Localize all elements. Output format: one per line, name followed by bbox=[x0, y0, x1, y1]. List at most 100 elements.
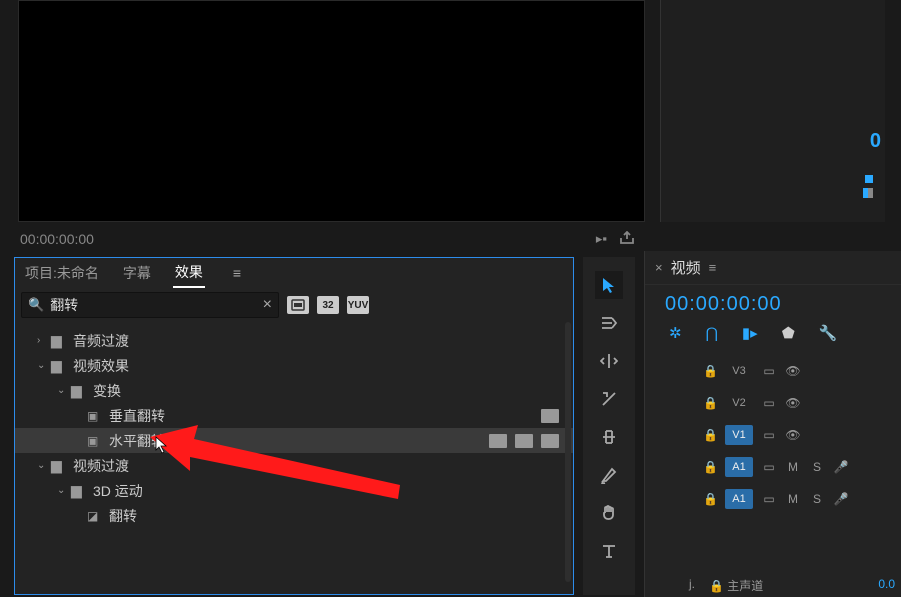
chevron-down-icon: ⌄ bbox=[37, 360, 51, 371]
mute-toggle[interactable]: M bbox=[785, 460, 801, 474]
lock-icon[interactable]: 🔒 bbox=[703, 492, 717, 506]
close-icon[interactable]: × bbox=[655, 260, 663, 275]
snap-icon[interactable]: ⋂ bbox=[706, 324, 718, 342]
tree-effect-vertical-flip[interactable]: ▣ 垂直翻转 bbox=[15, 403, 573, 428]
timeline-timecode[interactable]: 00:00:00:00 bbox=[645, 285, 901, 320]
step-forward-icon[interactable]: ▸▪ bbox=[596, 231, 607, 248]
folder-icon: ▆ bbox=[51, 357, 69, 374]
lock-icon[interactable]: 🔒 bbox=[703, 396, 717, 410]
yuv-badge[interactable]: YUV bbox=[347, 296, 369, 314]
timeline-panel: × 视频 ≡ 00:00:00:00 ✲ ⋂ ▮▸ ⬟ 🔧 🔒 V3 ▭ 👁 🔒… bbox=[644, 251, 901, 597]
track-label[interactable]: A1 bbox=[725, 457, 753, 477]
accel-badge-icon bbox=[541, 409, 559, 423]
track-v1[interactable]: 🔒 V1 ▭ 👁 bbox=[645, 420, 901, 450]
yuv-badge-icon bbox=[541, 434, 559, 448]
effects-tree: › ▆ 音频过渡 ⌄ ▆ 视频效果 ⌄ ▆ 变换 ▣ 垂直翻转 ▣ 水平翻转 bbox=[15, 326, 573, 530]
tab-effects[interactable]: 效果 bbox=[173, 258, 205, 288]
tab-captions[interactable]: 字幕 bbox=[121, 259, 153, 287]
track-label[interactable]: V3 bbox=[725, 361, 753, 381]
linked-selection-icon[interactable]: ▮▸ bbox=[742, 324, 758, 342]
folder-icon: ▆ bbox=[51, 457, 69, 474]
effects-scrollbar[interactable] bbox=[565, 322, 571, 582]
hand-tool[interactable] bbox=[595, 499, 623, 527]
toggle-track-output-icon[interactable]: 👁 bbox=[785, 396, 801, 410]
chevron-right-icon: › bbox=[37, 335, 51, 346]
panel-tabs: 项目:未命名 字幕 效果 ≡ bbox=[15, 258, 573, 288]
track-v3[interactable]: 🔒 V3 ▭ 👁 bbox=[645, 356, 901, 386]
tree-folder-audio-transitions[interactable]: › ▆ 音频过渡 bbox=[15, 328, 573, 353]
settings-icon[interactable]: 🔧 bbox=[819, 324, 838, 342]
chevron-down-icon: ⌄ bbox=[37, 460, 51, 471]
folder-icon: ▆ bbox=[51, 332, 69, 349]
viewer-transport-bar: 00:00:00:00 ▸▪ bbox=[18, 225, 645, 253]
rate-stretch-tool[interactable] bbox=[595, 385, 623, 413]
lock-icon[interactable]: 🔒 bbox=[703, 364, 717, 378]
export-frame-icon[interactable] bbox=[619, 231, 635, 248]
in-out-marker[interactable] bbox=[863, 188, 873, 198]
track-label[interactable]: V2 bbox=[725, 393, 753, 413]
timeline-tools bbox=[583, 257, 635, 595]
tree-folder-transform[interactable]: ⌄ ▆ 变换 bbox=[15, 378, 573, 403]
toggle-track-output-icon[interactable]: 👁 bbox=[785, 364, 801, 378]
effects-search-row: 🔍 × 32 YUV bbox=[15, 288, 573, 326]
mute-toggle[interactable]: M bbox=[785, 492, 801, 506]
timeline-header: × 视频 ≡ bbox=[645, 251, 901, 285]
playhead-marker[interactable] bbox=[865, 175, 873, 183]
source-patching-icon[interactable]: ▭ bbox=[761, 428, 777, 442]
voiceover-icon[interactable]: 🎤 bbox=[833, 460, 849, 474]
32bit-badge-icon bbox=[515, 434, 533, 448]
timeline-footer: j. 🔒 主声道 0.0 bbox=[689, 577, 895, 591]
clear-search-icon[interactable]: × bbox=[263, 296, 272, 314]
pen-tool[interactable] bbox=[595, 461, 623, 489]
voiceover-icon[interactable]: 🎤 bbox=[833, 492, 849, 506]
solo-toggle[interactable]: S bbox=[809, 460, 825, 474]
accelerated-effects-badge[interactable] bbox=[287, 296, 309, 314]
razor-tool[interactable] bbox=[595, 423, 623, 451]
timecode-partial: 0 bbox=[870, 130, 881, 153]
lock-icon[interactable]: 🔒 bbox=[703, 428, 717, 442]
tree-effect-flip[interactable]: ◪ 翻转 bbox=[15, 503, 573, 528]
search-icon: 🔍 bbox=[28, 297, 44, 313]
solo-toggle[interactable]: S bbox=[809, 492, 825, 506]
folder-icon: ▆ bbox=[71, 482, 89, 499]
selection-tool[interactable] bbox=[595, 271, 623, 299]
source-patching-icon[interactable]: ▭ bbox=[761, 364, 777, 378]
effect-preset-icon: ▣ bbox=[87, 409, 105, 423]
marker-icon[interactable]: ⬟ bbox=[782, 324, 795, 342]
tree-effect-horizontal-flip[interactable]: ▣ 水平翻转 bbox=[15, 428, 573, 453]
effect-preset-icon: ▣ bbox=[87, 434, 105, 448]
timeline-snap-tools: ✲ ⋂ ▮▸ ⬟ 🔧 bbox=[645, 320, 901, 350]
effects-search[interactable]: 🔍 × bbox=[21, 292, 279, 318]
source-patching-icon[interactable]: ▭ bbox=[761, 460, 777, 474]
type-tool[interactable] bbox=[595, 537, 623, 565]
program-monitor-right-strip: 0 bbox=[660, 0, 885, 222]
track-a1b[interactable]: 🔒 A1 ▭ M S 🎤 bbox=[645, 484, 901, 514]
current-timecode[interactable]: 00:00:00:00 bbox=[18, 231, 94, 247]
track-v2[interactable]: 🔒 V2 ▭ 👁 bbox=[645, 388, 901, 418]
tree-folder-video-effects[interactable]: ⌄ ▆ 视频效果 bbox=[15, 353, 573, 378]
track-a1[interactable]: 🔒 A1 ▭ M S 🎤 bbox=[645, 452, 901, 482]
folder-icon: ▆ bbox=[71, 382, 89, 399]
sequence-title[interactable]: 视频 bbox=[671, 257, 701, 278]
track-select-forward-tool[interactable] bbox=[595, 309, 623, 337]
master-track-label: 主声道 bbox=[727, 579, 763, 593]
search-input[interactable] bbox=[50, 297, 262, 313]
track-label[interactable]: A1 bbox=[725, 489, 753, 509]
ripple-edit-tool[interactable] bbox=[595, 347, 623, 375]
toggle-track-output-icon[interactable]: 👁 bbox=[785, 428, 801, 442]
source-patching-icon[interactable]: ▭ bbox=[761, 396, 777, 410]
chevron-down-icon: ⌄ bbox=[57, 485, 71, 496]
effects-panel: 项目:未命名 字幕 效果 ≡ 🔍 × 32 YUV › ▆ 音频过渡 ⌄ ▆ 视… bbox=[14, 257, 574, 595]
lock-icon[interactable]: 🔒 bbox=[703, 460, 717, 474]
transition-icon: ◪ bbox=[87, 509, 105, 523]
source-patching-icon[interactable]: ▭ bbox=[761, 492, 777, 506]
panel-menu-icon[interactable]: ≡ bbox=[709, 260, 717, 275]
tree-folder-3d-motion[interactable]: ⌄ ▆ 3D 运动 bbox=[15, 478, 573, 503]
program-monitor bbox=[18, 0, 645, 222]
tab-project[interactable]: 项目:未命名 bbox=[23, 259, 101, 287]
insert-mode-icon[interactable]: ✲ bbox=[669, 324, 682, 342]
panel-menu-icon[interactable]: ≡ bbox=[233, 265, 241, 281]
track-label[interactable]: V1 bbox=[725, 425, 753, 445]
tree-folder-video-transitions[interactable]: ⌄ ▆ 视频过渡 bbox=[15, 453, 573, 478]
32bit-badge[interactable]: 32 bbox=[317, 296, 339, 314]
